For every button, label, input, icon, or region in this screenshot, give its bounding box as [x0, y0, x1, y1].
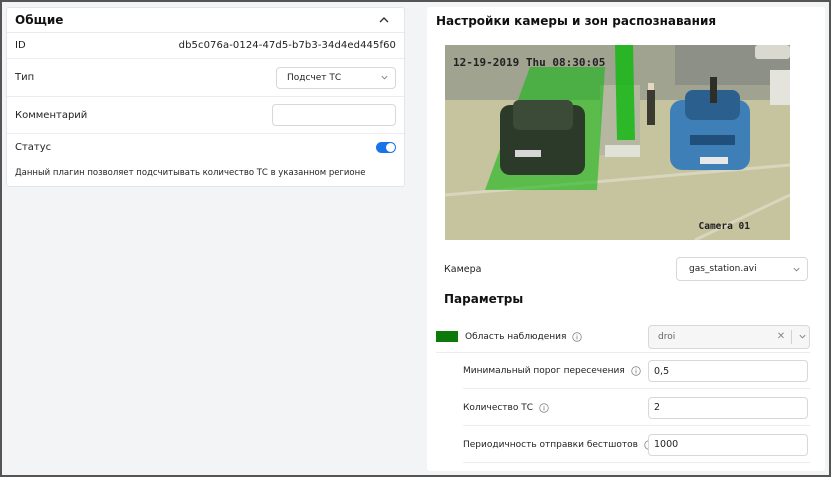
- id-row: ID db5c076a-0124-47d5-b7b3-34d4ed445f60: [7, 33, 404, 59]
- status-row: Статус: [7, 134, 404, 160]
- general-panel: Общие ID db5c076a-0124-47d5-b7b3-34d4ed4…: [6, 7, 405, 187]
- observation-area-value: droi: [658, 331, 676, 342]
- general-title: Общие: [15, 13, 64, 27]
- zone-column: [615, 45, 635, 140]
- status-toggle[interactable]: [376, 141, 396, 153]
- type-label: Тип: [15, 72, 35, 83]
- vehicle-count-input[interactable]: 2: [648, 396, 808, 419]
- camera-select-value: gas_station.avi: [689, 264, 757, 274]
- snapshot-period-row: Периодичность отправки бестшотов 1000: [463, 427, 810, 463]
- vehicle-count-row: Количество ТС 2: [463, 390, 810, 426]
- camera-frame-image: [445, 45, 790, 240]
- camera-select[interactable]: gas_station.avi: [676, 257, 808, 281]
- snapshot-period-label: Периодичность отправки бестшотов: [463, 439, 638, 450]
- type-row: Тип Подсчет ТС: [7, 59, 404, 97]
- clear-icon[interactable]: ✕: [774, 331, 788, 342]
- vehicle-count-label: Количество ТС: [463, 402, 533, 413]
- toggle-knob: [386, 142, 395, 152]
- info-icon[interactable]: [539, 402, 549, 413]
- status-label: Статус: [15, 141, 52, 153]
- observation-area-row: Область наблюдения droi ✕: [436, 321, 810, 353]
- params-title: Параметры: [444, 292, 524, 306]
- camera-row: Камера gas_station.avi: [444, 257, 808, 281]
- camera-timestamp: 12-19-2019 Thu 08:30:05: [453, 56, 606, 69]
- camera-preview[interactable]: 12-19-2019 Thu 08:30:05 Camera 01: [445, 45, 790, 240]
- camera-overlay-name: Camera 01: [698, 221, 750, 232]
- type-select[interactable]: Подсчет ТС: [276, 66, 396, 89]
- chevron-up-icon[interactable]: [378, 14, 390, 26]
- camera-label: Камера: [444, 263, 482, 275]
- min-threshold-row: Минимальный порог пересечения 0,5: [463, 354, 810, 389]
- select-separator: [791, 329, 792, 344]
- comment-label: Комментарий: [15, 109, 88, 121]
- snapshot-period-input[interactable]: 1000: [648, 433, 808, 456]
- zone-color-swatch[interactable]: [436, 331, 458, 342]
- type-select-value: Подсчет ТС: [287, 72, 342, 83]
- min-threshold-label: Минимальный порог пересечения: [463, 366, 625, 376]
- observation-area-label: Область наблюдения: [465, 331, 567, 342]
- min-threshold-input[interactable]: 0,5: [648, 360, 808, 382]
- id-label: ID: [15, 40, 26, 51]
- info-icon[interactable]: [572, 331, 583, 342]
- observation-area-select[interactable]: droi ✕: [648, 324, 810, 349]
- id-value: db5c076a-0124-47d5-b7b3-34d4ed445f60: [178, 40, 396, 51]
- chevron-down-icon: [381, 75, 388, 80]
- comment-input[interactable]: [272, 104, 396, 126]
- camera-settings-panel: Настройки камеры и зон распознавания 12-…: [427, 7, 825, 471]
- camera-settings-title: Настройки камеры и зон распознавания: [436, 14, 717, 28]
- general-panel-header[interactable]: Общие: [7, 8, 404, 33]
- chevron-down-icon: [793, 267, 800, 272]
- info-icon[interactable]: [631, 366, 641, 376]
- chevron-down-icon[interactable]: [798, 332, 807, 341]
- plugin-description: Данный плагин позволяет подсчитывать кол…: [15, 168, 366, 178]
- comment-row: Комментарий: [7, 97, 404, 134]
